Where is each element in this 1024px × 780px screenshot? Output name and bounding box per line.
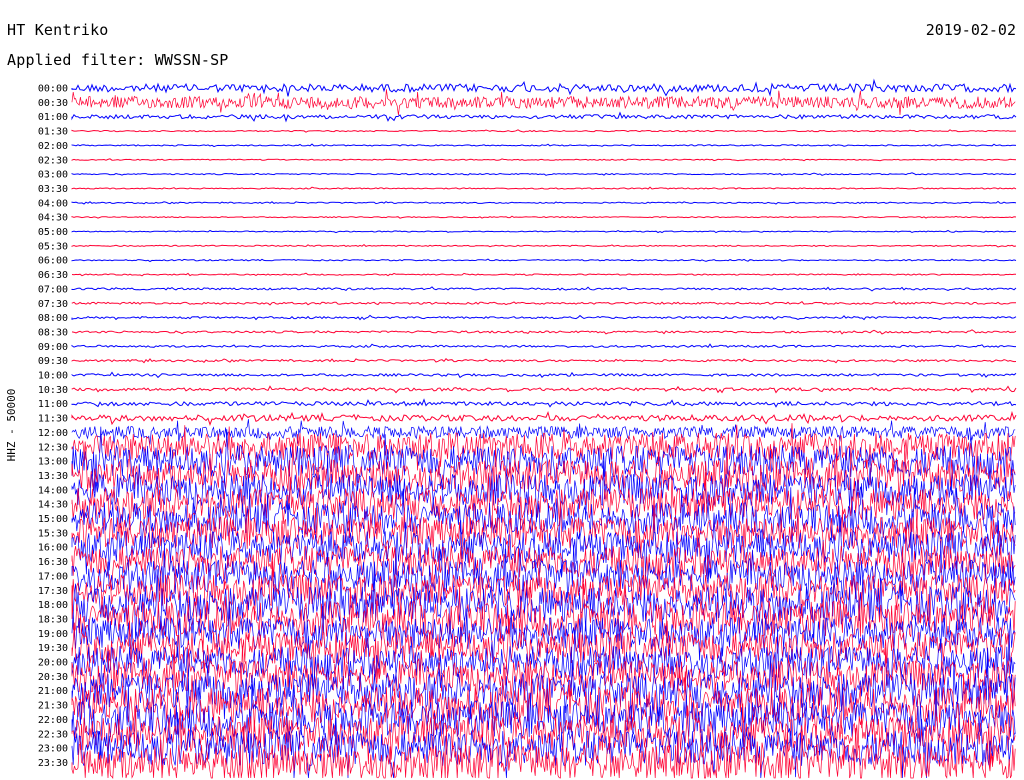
time-tick-label: 03:30 <box>38 184 68 195</box>
helicorder-plot: 00:00 00:30 01:00 01:30 02:00 02:30 03:00 03:30… <box>5 78 1017 780</box>
time-tick-label: 22:30 <box>38 729 68 740</box>
time-tick-label: 03:00 <box>38 170 68 181</box>
trace-line <box>71 371 1017 379</box>
time-tick-label: 20:00 <box>38 658 68 669</box>
time-tick-label: 07:30 <box>38 299 68 310</box>
time-tick-label: 11:00 <box>38 399 68 410</box>
time-tick-label: 12:30 <box>38 442 68 453</box>
time-tick-label: 01:30 <box>38 127 68 138</box>
time-tick-label: 16:00 <box>38 543 68 554</box>
time-tick-label: 01:00 <box>38 112 68 123</box>
time-tick-label: 02:00 <box>38 141 68 152</box>
trace-line <box>71 286 1017 292</box>
time-tick-label: 05:30 <box>38 241 68 252</box>
trace-line <box>71 410 1017 427</box>
trace-line <box>71 158 1017 162</box>
time-tick-label: 13:30 <box>38 471 68 482</box>
trace-group <box>71 78 1017 780</box>
trace-line <box>71 272 1016 277</box>
trace-line <box>71 200 1017 205</box>
trace-line <box>71 300 1016 306</box>
time-tick-label: 21:30 <box>38 701 68 712</box>
trace-line <box>71 343 1016 349</box>
time-tick-label: 11:30 <box>38 414 68 425</box>
time-tick-label: 00:00 <box>38 84 68 95</box>
time-tick-label: 02:30 <box>38 155 68 166</box>
tick-label-group: 00:00 00:30 01:00 01:30 02:00 02:30 03:00 03:30… <box>38 84 68 769</box>
time-tick-label: 16:30 <box>38 557 68 568</box>
y-axis-label: HHZ - 50000 <box>5 389 18 462</box>
time-tick-label: 18:00 <box>38 600 68 611</box>
trace-line <box>71 558 1016 625</box>
time-tick-label: 08:30 <box>38 327 68 338</box>
trace-line <box>71 215 1017 219</box>
time-tick-label: 12:00 <box>38 428 68 439</box>
trace-line <box>71 229 1017 234</box>
time-tick-label: 14:30 <box>38 500 68 511</box>
time-tick-label: 08:00 <box>38 313 68 324</box>
trace-line <box>71 186 1017 190</box>
time-tick-label: 22:00 <box>38 715 68 726</box>
time-tick-label: 18:30 <box>38 614 68 625</box>
time-tick-label: 21:00 <box>38 686 68 697</box>
time-tick-label: 19:00 <box>38 629 68 640</box>
trace-line <box>71 385 1017 394</box>
time-tick-label: 05:00 <box>38 227 68 238</box>
trace-line <box>71 111 1017 123</box>
time-tick-label: 23:00 <box>38 744 68 755</box>
time-tick-label: 10:00 <box>38 371 68 382</box>
time-tick-label: 06:00 <box>38 256 68 267</box>
trace-line <box>71 143 1017 148</box>
time-tick-label: 17:00 <box>38 571 68 582</box>
time-tick-label: 00:30 <box>38 98 68 109</box>
time-tick-label: 17:30 <box>38 586 68 597</box>
trace-line <box>71 419 1016 445</box>
trace-line <box>71 579 1016 656</box>
trace-line <box>71 314 1017 321</box>
trace-line <box>71 398 1017 408</box>
trace-line <box>71 329 1017 335</box>
time-tick-label: 07:00 <box>38 284 68 295</box>
time-tick-label: 09:30 <box>38 356 68 367</box>
time-tick-label: 14:00 <box>38 485 68 496</box>
time-tick-label: 15:30 <box>38 528 68 539</box>
trace-line <box>71 423 1016 476</box>
trace-line <box>71 357 1017 364</box>
trace-line <box>71 243 1017 248</box>
trace-line <box>71 172 1017 176</box>
time-tick-label: 20:30 <box>38 672 68 683</box>
trace-line <box>71 78 1017 97</box>
time-tick-label: 04:00 <box>38 198 68 209</box>
trace-line <box>71 89 1016 116</box>
time-tick-label: 06:30 <box>38 270 68 281</box>
time-tick-label: 19:30 <box>38 643 68 654</box>
time-tick-label: 15:00 <box>38 514 68 525</box>
time-tick-label: 09:00 <box>38 342 68 353</box>
trace-line <box>71 258 1017 263</box>
time-tick-label: 13:00 <box>38 457 68 468</box>
time-tick-label: 10:30 <box>38 385 68 396</box>
trace-line <box>71 454 1016 524</box>
time-tick-label: 23:30 <box>38 758 68 769</box>
time-tick-label: 04:30 <box>38 213 68 224</box>
trace-line <box>71 129 1016 133</box>
